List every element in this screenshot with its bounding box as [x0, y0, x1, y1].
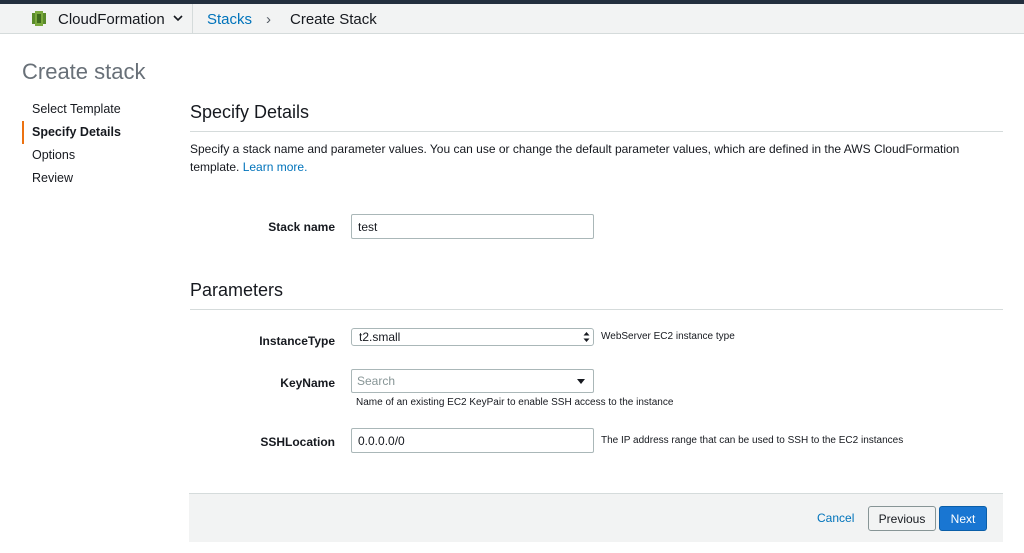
step-options[interactable]: Options — [22, 144, 172, 167]
instance-type-hint: WebServer EC2 instance type — [601, 331, 735, 342]
ssh-location-input[interactable] — [351, 428, 594, 453]
details-description: Specify a stack name and parameter value… — [190, 140, 1010, 176]
cancel-button[interactable]: Cancel — [817, 511, 854, 525]
breadcrumb-current: Create Stack — [290, 11, 377, 28]
stack-name-label: Stack name — [268, 220, 335, 234]
specify-details-heading: Specify Details — [190, 102, 310, 122]
breadcrumb-stacks-link[interactable]: Stacks — [207, 11, 252, 28]
instance-type-value: t2.small — [359, 330, 401, 344]
wizard-steps: Select Template Specify Details Options … — [22, 98, 172, 190]
step-specify-details[interactable]: Specify Details — [22, 121, 172, 144]
top-bar: CloudFormation Stacks › Create Stack — [0, 4, 1024, 34]
key-name-label: KeyName — [280, 376, 335, 390]
next-button[interactable]: Next — [939, 506, 987, 531]
step-select-template[interactable]: Select Template — [22, 98, 172, 121]
key-name-search-combobox[interactable]: Search — [351, 369, 594, 393]
stack-name-input[interactable] — [351, 214, 594, 239]
parameters-divider — [190, 309, 1003, 310]
ssh-location-label: SSHLocation — [260, 435, 335, 449]
key-name-hint: Name of an existing EC2 KeyPair to enabl… — [356, 397, 674, 408]
chevron-down-icon — [173, 15, 183, 22]
page-title: Create stack — [22, 59, 146, 84]
key-name-placeholder: Search — [357, 374, 396, 388]
instance-type-label: InstanceType — [259, 334, 335, 348]
breadcrumb-separator: › — [266, 11, 271, 28]
step-review[interactable]: Review — [22, 167, 172, 190]
service-menu[interactable]: CloudFormation — [0, 4, 193, 33]
service-name: CloudFormation — [58, 11, 165, 28]
learn-more-link[interactable]: Learn more. — [243, 160, 308, 174]
previous-button[interactable]: Previous — [868, 506, 936, 531]
cloudformation-icon — [32, 11, 46, 26]
parameters-heading: Parameters — [190, 280, 284, 300]
caret-down-icon — [577, 379, 585, 384]
details-divider — [190, 131, 1003, 132]
ssh-location-hint: The IP address range that can be used to… — [601, 435, 904, 446]
instance-type-select[interactable]: t2.small — [351, 328, 594, 346]
select-arrows-icon — [583, 332, 590, 342]
